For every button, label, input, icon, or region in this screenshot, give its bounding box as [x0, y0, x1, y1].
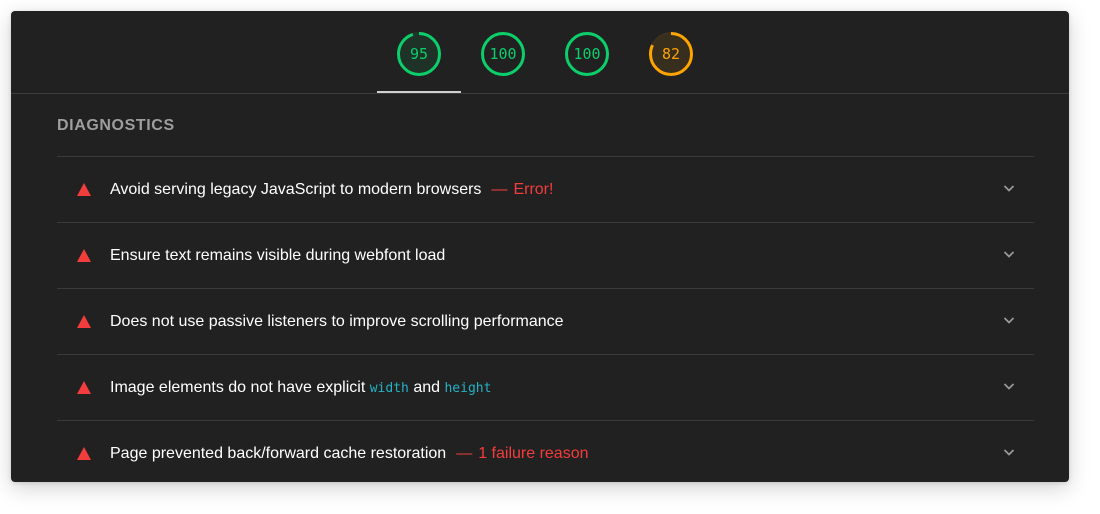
diagnostics-list: Avoid serving legacy JavaScript to moder… [57, 156, 1034, 482]
audit-title-text: Page prevented back/forward cache restor… [110, 445, 447, 462]
audit-title-text: Does not use passive listeners to improv… [110, 313, 564, 330]
gauge-accessibility[interactable]: 100 [480, 31, 526, 77]
audit-title: Image elements do not have explicit widt… [110, 355, 491, 420]
chevron-down-icon[interactable] [1002, 313, 1016, 327]
gauge-best-practices[interactable]: 100 [564, 31, 610, 77]
score-gauges: 95 100 100 82 [11, 11, 1069, 94]
gauge-score: 100 [573, 45, 601, 63]
audit-row-image-dimensions[interactable]: Image elements do not have explicit widt… [57, 354, 1034, 420]
gauge-score: 82 [661, 45, 681, 63]
code-width: width [369, 381, 409, 396]
audit-separator: — [491, 181, 508, 198]
red-triangle-icon [77, 249, 91, 262]
chevron-down-icon[interactable] [1002, 445, 1016, 459]
audit-row-bfcache[interactable]: Page prevented back/forward cache restor… [57, 420, 1034, 482]
audit-title-text: Image elements do not have explicit [110, 379, 366, 396]
gauge-performance[interactable]: 95 [396, 31, 442, 77]
audit-title-text: Ensure text remains visible during webfo… [110, 247, 446, 264]
gauge-score: 100 [489, 45, 517, 63]
red-triangle-icon [77, 381, 91, 394]
red-triangle-icon [77, 315, 91, 328]
lighthouse-report-panel: 95 100 100 82 DIAGNOSTICS Avoid serving … [11, 11, 1069, 482]
audit-failure-text: 1 failure reason [478, 445, 589, 462]
audit-title: Ensure text remains visible during webfo… [110, 223, 445, 288]
chevron-down-icon[interactable] [1002, 247, 1016, 261]
audit-separator: — [456, 445, 473, 462]
gauge-score: 95 [409, 45, 429, 63]
audit-row-webfont-load[interactable]: Ensure text remains visible during webfo… [57, 222, 1034, 288]
audit-title-text: and [413, 379, 441, 396]
audit-title: Does not use passive listeners to improv… [110, 289, 564, 354]
audit-title: Avoid serving legacy JavaScript to moder… [110, 157, 553, 222]
audit-title: Page prevented back/forward cache restor… [110, 421, 589, 482]
red-triangle-icon [77, 183, 91, 196]
chevron-down-icon[interactable] [1002, 181, 1016, 195]
gauge-seo[interactable]: 82 [648, 31, 694, 77]
section-title: DIAGNOSTICS [57, 117, 175, 134]
red-triangle-icon [77, 447, 91, 460]
audit-row-legacy-javascript[interactable]: Avoid serving legacy JavaScript to moder… [57, 156, 1034, 222]
audit-title-text: Avoid serving legacy JavaScript to moder… [110, 181, 482, 198]
audit-error-text: Error! [513, 181, 554, 198]
active-gauge-indicator [377, 91, 461, 93]
audit-row-passive-listeners[interactable]: Does not use passive listeners to improv… [57, 288, 1034, 354]
chevron-down-icon[interactable] [1002, 379, 1016, 393]
code-height: height [444, 381, 492, 396]
